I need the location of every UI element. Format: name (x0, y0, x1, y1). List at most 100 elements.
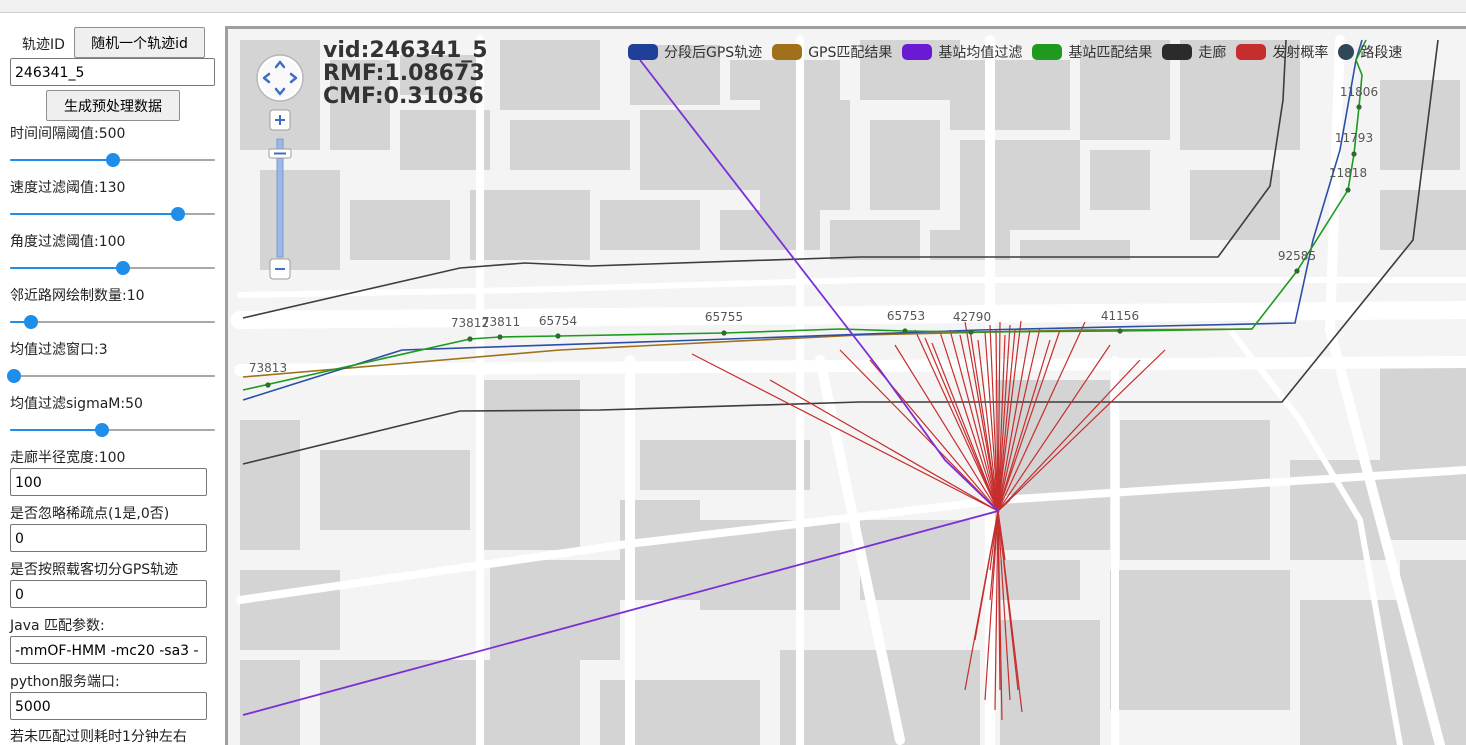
track-id-input[interactable]: 246341_5 (10, 58, 215, 86)
building-block (760, 100, 850, 210)
building-block (510, 120, 630, 170)
legend-swatch (1338, 44, 1355, 60)
station-label: 73811 (482, 315, 520, 329)
station-label: 65754 (539, 314, 577, 328)
threshold-slider[interactable] (10, 260, 215, 276)
building-block (1000, 620, 1100, 745)
building-block (320, 450, 470, 530)
slider-track[interactable] (10, 321, 215, 323)
building-block (600, 680, 760, 745)
legend-swatch (772, 44, 803, 60)
field-label: 是否按照载客切分GPS轨迹 (10, 562, 179, 578)
station-label: 73813 (249, 361, 287, 375)
vid-text: vid:246341_5 (323, 38, 488, 63)
legend-item[interactable]: 路段速 (1338, 42, 1402, 62)
legend-label: 分段后GPS轨迹 (664, 45, 763, 61)
slider-thumb[interactable] (171, 207, 186, 221)
building-block (320, 660, 580, 745)
threshold-slider[interactable] (7, 368, 215, 384)
slider-label: 角度过滤阈值:100 (10, 234, 126, 250)
pan-arrows-icon[interactable] (255, 53, 305, 103)
station-point (467, 336, 473, 342)
pan-control[interactable] (255, 53, 305, 107)
building-block (480, 380, 580, 550)
random-track-button[interactable]: 随机一个轨迹id (74, 27, 205, 58)
minus-icon[interactable] (269, 258, 291, 280)
zoom-control[interactable] (268, 109, 292, 288)
slider-thumb[interactable] (23, 315, 38, 329)
param-input[interactable]: 0 (10, 524, 207, 552)
map-legend: 分段后GPS轨迹 GPS匹配结果 基站均值过滤 基站匹配结果 走廊 发射概率 路段速 (628, 42, 1412, 64)
map-canvas[interactable]: 738137381273811 65754 65755 65753 42790 41156… (228, 29, 1466, 745)
station-label: 41156 (1101, 309, 1139, 323)
building-block (720, 210, 820, 250)
building-block (1030, 390, 1090, 550)
legend-item[interactable]: 基站均值过滤 (902, 42, 1022, 62)
station-label: 65755 (705, 310, 743, 324)
slider-fill (10, 429, 103, 431)
legend-label: 基站均值过滤 (938, 45, 1023, 61)
plus-icon[interactable] (269, 109, 291, 131)
station-point (497, 334, 503, 340)
slider-fill (10, 267, 123, 269)
slider-thumb[interactable] (105, 153, 120, 167)
slider-thumb[interactable] (95, 423, 110, 437)
building-block (490, 560, 620, 660)
legend-item[interactable]: 发射概率 (1236, 42, 1328, 62)
threshold-slider[interactable] (10, 422, 215, 438)
map-view[interactable]: 73813 73812 73811 65754 65755 65753 42790 41156… (225, 26, 1466, 745)
building-block (870, 120, 940, 210)
building-block (240, 570, 340, 650)
track-id-label: 轨迹ID (22, 37, 65, 53)
building-block (640, 440, 810, 490)
building-block (500, 40, 600, 110)
cmf-text: CMF:0.31036 (323, 84, 484, 109)
legend-label: 基站匹配结果 (1068, 45, 1153, 61)
building-block (1380, 80, 1460, 170)
station-point (968, 329, 974, 335)
station-label: 11793 (1335, 131, 1373, 145)
station-point (1351, 151, 1357, 157)
legend-swatch (1032, 44, 1063, 60)
slider-label: 均值过滤sigmaM:50 (10, 396, 143, 412)
building-block (860, 520, 970, 600)
legend-label: GPS匹配结果 (808, 45, 893, 61)
param-input[interactable]: 100 (10, 468, 207, 496)
preprocess-button[interactable]: 生成预处理数据 (46, 90, 180, 121)
param-input[interactable]: 5000 (10, 692, 207, 720)
building-block (1190, 170, 1280, 240)
legend-label: 路段速 (1360, 45, 1403, 61)
slider-label: 时间间隔阈值:500 (10, 126, 126, 142)
station-point (1345, 187, 1351, 193)
param-input[interactable]: 0 (10, 580, 207, 608)
road (231, 301, 1466, 329)
legend-item[interactable]: 走廊 (1162, 42, 1226, 62)
station-point (1356, 104, 1362, 110)
station-point (1117, 328, 1123, 334)
slider-thumb[interactable] (7, 369, 22, 383)
footer-note: 若未匹配过则耗时1分钟左右 (10, 729, 187, 745)
slider-label: 速度过滤阈值:130 (10, 180, 126, 196)
field-label: python服务端口: (10, 674, 120, 690)
threshold-slider[interactable] (10, 152, 215, 168)
param-input[interactable]: -mmOF-HMM -mc20 -sa3 - (10, 636, 207, 664)
building-block (1380, 190, 1466, 250)
legend-item[interactable]: 基站匹配结果 (1032, 42, 1152, 62)
station-point (1294, 268, 1300, 274)
zoom-slider-handle[interactable] (268, 148, 292, 159)
station-label: 92585 (1278, 249, 1316, 263)
building-block (1110, 570, 1290, 710)
threshold-slider[interactable] (10, 314, 215, 330)
slider-track[interactable] (10, 375, 215, 377)
threshold-slider[interactable] (10, 206, 215, 222)
building-block (830, 220, 920, 260)
legend-item[interactable]: GPS匹配结果 (772, 42, 892, 62)
legend-item[interactable]: 分段后GPS轨迹 (628, 42, 762, 62)
legend-label: 发射概率 (1272, 45, 1329, 61)
station-point (721, 330, 727, 336)
building-block (1000, 560, 1080, 600)
field-label: Java 匹配参数: (10, 618, 105, 634)
station-point (555, 333, 561, 339)
building-block (1380, 360, 1466, 540)
slider-thumb[interactable] (115, 261, 130, 275)
